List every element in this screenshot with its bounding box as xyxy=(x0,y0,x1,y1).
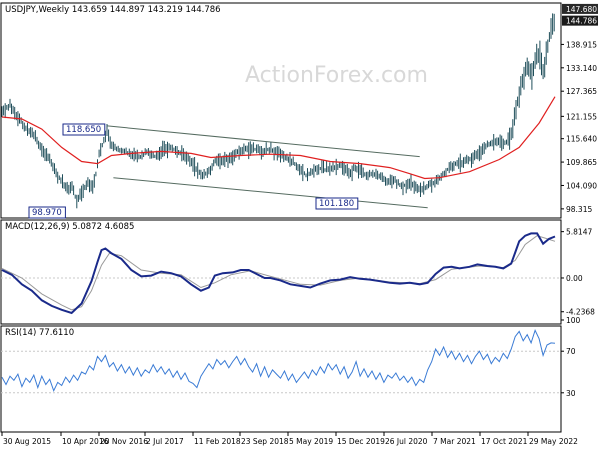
x-tick-label: 30 Aug 2015 xyxy=(3,437,51,446)
x-tick-label: 5 May 2019 xyxy=(289,437,333,446)
price-panel-title: USDJPY,Weekly 143.659 144.897 143.219 14… xyxy=(5,5,221,15)
x-tick-label: 23 Sep 2018 xyxy=(241,437,289,446)
price-tick-label: 104.090 xyxy=(566,181,597,190)
chart-window: ActionForex.com USDJPY,Weekly 143.659 14… xyxy=(0,0,600,450)
rsi-tick-label: 30 xyxy=(566,389,576,398)
x-tick-label: 26 Jul 2020 xyxy=(385,437,428,446)
watermark: ActionForex.com xyxy=(245,63,428,88)
annotation-101-180: 101.180 xyxy=(319,199,354,209)
price-tick-label: 109.865 xyxy=(566,158,597,167)
macd-panel-title: MACD(12,26,9) 5.0872 4.6085 xyxy=(5,222,134,232)
price-layer: 118.650 98.970 101.180 xyxy=(1,13,556,219)
chart-canvas: ActionForex.com USDJPY,Weekly 143.659 14… xyxy=(0,2,598,446)
macd-signal-line xyxy=(1,235,556,311)
current-price-label: 144.786 xyxy=(566,17,597,26)
price-tick-label: 115.640 xyxy=(566,135,597,144)
annotation-98-970: 98.970 xyxy=(32,208,62,218)
rsi-line xyxy=(1,329,556,393)
price-tick-label: 138.915 xyxy=(566,40,597,49)
rsi-layer xyxy=(1,329,561,394)
x-tick-label: 11 Feb 2018 xyxy=(194,437,241,446)
price-tick-label: 127.365 xyxy=(566,87,597,96)
rsi-panel-title: RSI(14) 77.6110 xyxy=(5,328,74,338)
x-tick-label: 15 Dec 2019 xyxy=(337,437,385,446)
sma-line xyxy=(1,96,556,180)
rsi-panel-frame xyxy=(0,325,562,433)
macd-layer xyxy=(1,232,561,315)
macd-tick-label: 5.8147 xyxy=(566,228,592,237)
x-tick-label: 2 Jul 2017 xyxy=(146,437,184,446)
rsi-tick-label: 70 xyxy=(566,347,576,356)
price-tick-label: 133.140 xyxy=(566,64,597,73)
high-price-label: 147.680 xyxy=(566,5,597,14)
x-tick-label: 17 Oct 2021 xyxy=(481,437,528,446)
price-tick-label: 98.315 xyxy=(566,205,592,214)
annotation-118-650: 118.650 xyxy=(66,125,101,135)
x-tick-label: 29 May 2022 xyxy=(529,437,578,446)
x-tick-label: 20 Nov 2016 xyxy=(100,437,148,446)
x-tick-label: 7 Mar 2021 xyxy=(433,437,476,446)
rsi-tick-label: 100 xyxy=(566,316,581,325)
price-tick-label: 121.155 xyxy=(566,112,597,121)
macd-tick-label: 0.00 xyxy=(566,274,583,283)
macd-panel-frame xyxy=(0,219,562,325)
channel-lower-line xyxy=(113,177,428,209)
